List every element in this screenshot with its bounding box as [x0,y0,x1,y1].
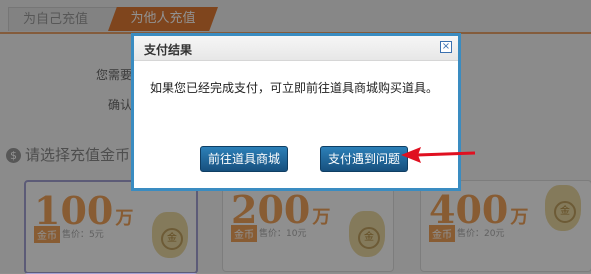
payment-problem-button[interactable]: 支付遇到问题 [320,146,409,172]
close-icon[interactable]: × [440,41,452,53]
payment-result-dialog: 支付结果 × 如果您已经完成支付，可立即前往道具商城购买道具。 前往道具商城 支… [131,33,461,191]
dialog-title: 支付结果 [144,43,193,57]
dialog-header: 支付结果 × [134,36,458,61]
red-arrow-icon [401,147,476,163]
dialog-message: 如果您已经完成支付，可立即前往道具商城购买道具。 [150,81,439,95]
go-to-shop-button[interactable]: 前往道具商城 [200,146,289,172]
